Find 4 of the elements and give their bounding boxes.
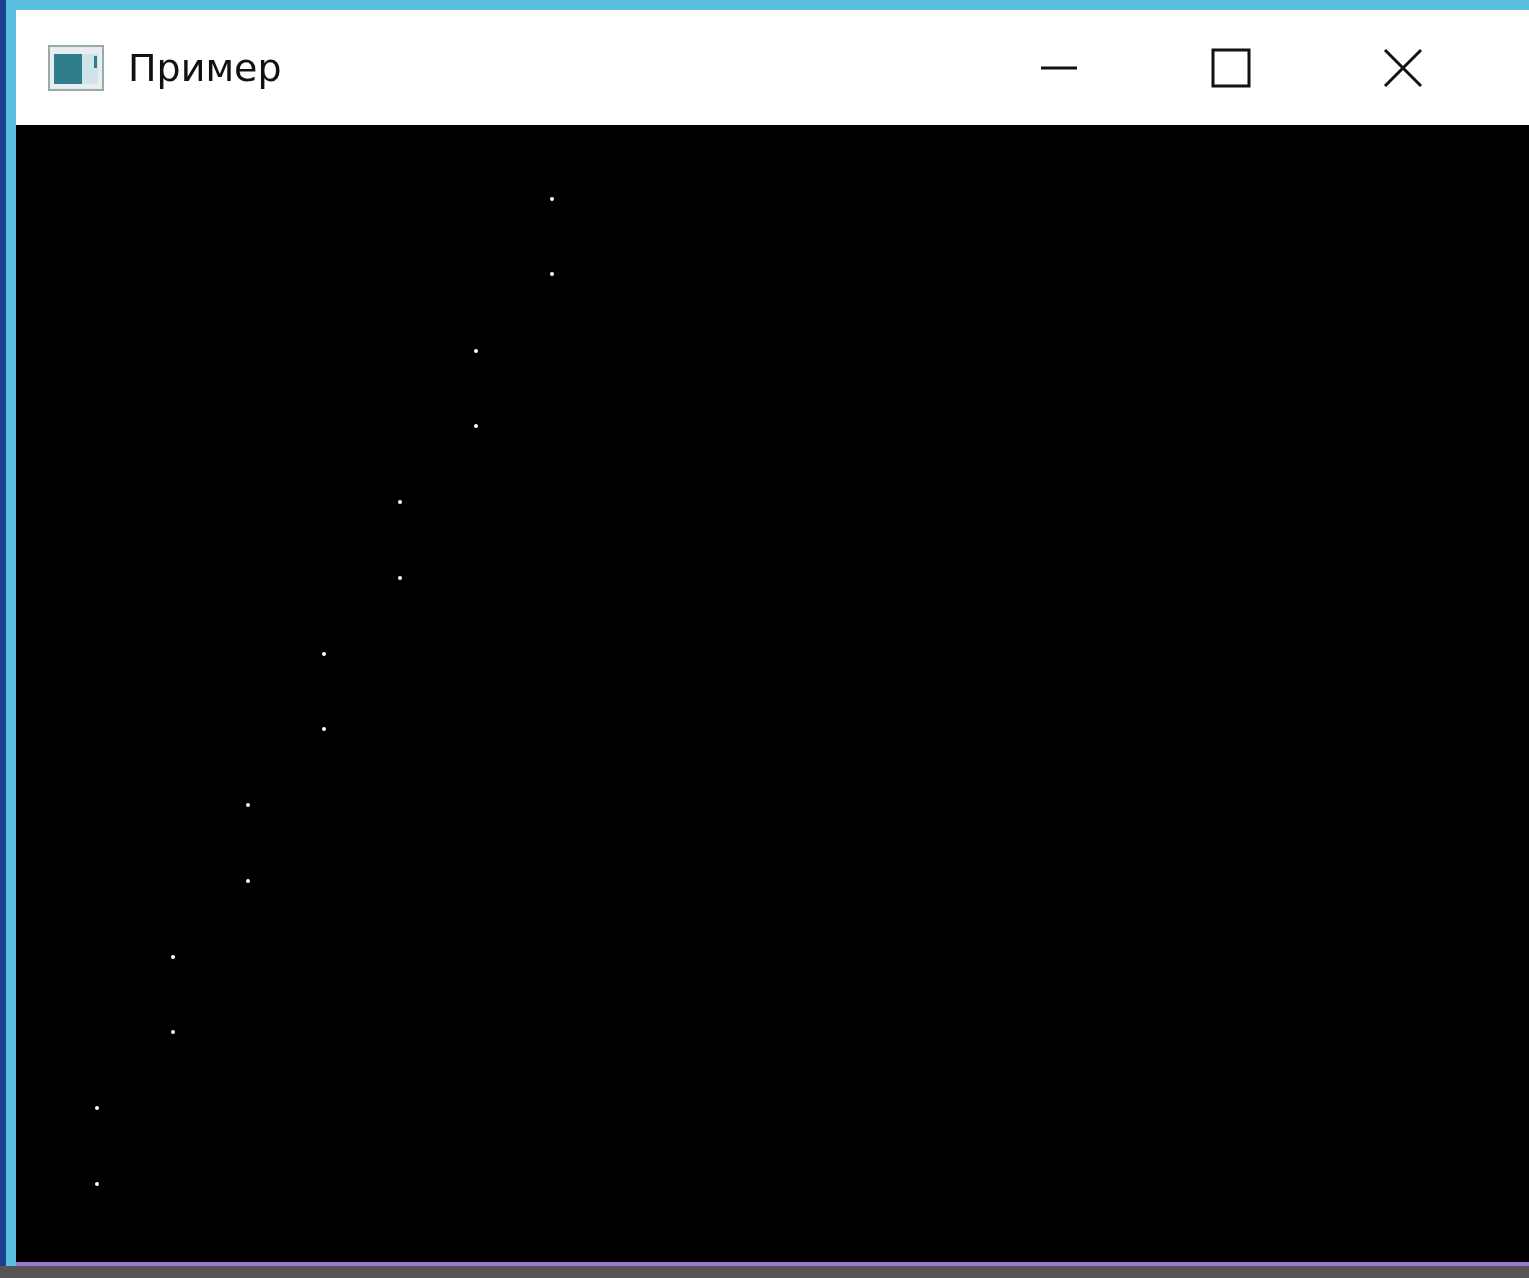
close-icon[interactable] [1383,47,1423,88]
window-title: Пример [128,45,282,90]
maximize-icon[interactable] [1211,47,1251,88]
window-icon [48,43,104,92]
